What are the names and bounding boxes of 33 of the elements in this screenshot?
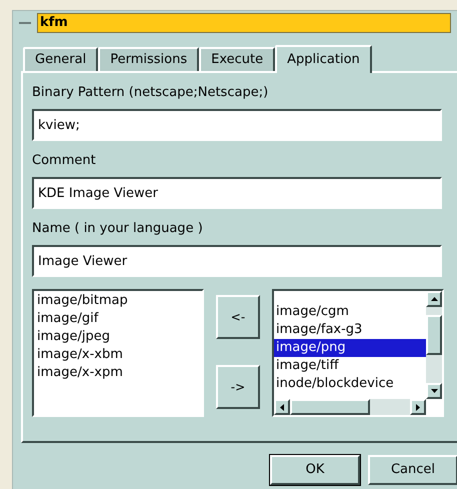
- vertical-scrollbar[interactable]: [426, 291, 442, 399]
- window-title: kfm: [37, 13, 451, 33]
- tab[interactable]: Execute: [199, 47, 276, 71]
- tab[interactable]: Application: [275, 45, 372, 73]
- list-item[interactable]: image/gif: [37, 310, 199, 328]
- scroll-up-icon[interactable]: [426, 291, 442, 307]
- list-item[interactable]: image/png: [274, 339, 426, 357]
- list-item[interactable]: inode/blockdevice: [274, 375, 426, 393]
- scroll-right-icon[interactable]: [410, 399, 426, 415]
- scroll-left-icon[interactable]: [274, 399, 290, 415]
- list-item[interactable]: image/fax-g3: [274, 321, 426, 339]
- tab[interactable]: General: [23, 47, 98, 71]
- dialog-button[interactable]: OK: [270, 455, 360, 485]
- horizontal-scrollbar[interactable]: [274, 399, 426, 415]
- field-label: Name ( in your language ): [32, 221, 204, 237]
- move-button[interactable]: ->: [216, 365, 260, 409]
- list-item[interactable]: image/jpeg: [37, 328, 199, 346]
- list-item[interactable]: image/tiff: [274, 357, 426, 375]
- list-item[interactable]: image/x-xbm: [37, 346, 199, 364]
- field-label: Binary Pattern (netscape;Netscape;): [32, 85, 270, 101]
- dialog-button[interactable]: Cancel: [368, 455, 457, 485]
- tab[interactable]: Permissions: [98, 47, 200, 71]
- scroll-thumb[interactable]: [426, 315, 442, 355]
- text-field[interactable]: Image Viewer: [32, 245, 442, 277]
- field-label: Comment: [32, 153, 97, 169]
- scroll-thumb[interactable]: [290, 399, 370, 415]
- list-item[interactable]: image/x-xpm: [37, 364, 199, 382]
- move-button[interactable]: <-: [216, 295, 260, 339]
- list-item[interactable]: image/bitmap: [37, 292, 199, 310]
- list-item[interactable]: image/cgm: [274, 303, 426, 321]
- text-field[interactable]: kview;: [32, 109, 442, 141]
- scroll-down-icon[interactable]: [426, 383, 442, 399]
- text-field[interactable]: KDE Image Viewer: [32, 177, 442, 209]
